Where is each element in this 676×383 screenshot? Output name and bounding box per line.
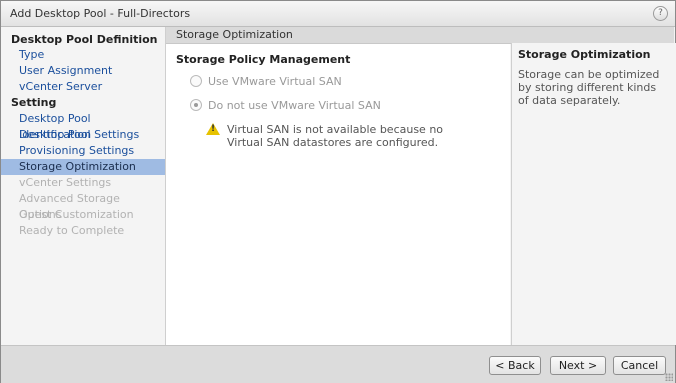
- warning-mark: !: [211, 124, 216, 134]
- resize-grip-icon[interactable]: [665, 373, 673, 381]
- dialog-footer: < Back Next > Cancel: [1, 345, 675, 383]
- section-title: Storage Policy Management: [176, 53, 351, 66]
- help-text: Storage can be optimized by storing diff…: [518, 68, 660, 107]
- next-button[interactable]: Next >: [550, 356, 606, 375]
- nav-item-provisioning-settings[interactable]: Provisioning Settings: [1, 143, 165, 159]
- option-use-vsan[interactable]: Use VMware Virtual SAN: [190, 75, 342, 88]
- add-desktop-pool-dialog: Add Desktop Pool - Full-Directors ? Desk…: [0, 0, 676, 383]
- nav-item-vcenter-server[interactable]: vCenter Server: [1, 79, 165, 95]
- nav-item-storage-optimization[interactable]: Storage Optimization: [1, 159, 165, 175]
- help-title: Storage Optimization: [518, 48, 651, 61]
- warning-text: Virtual SAN is not available because no …: [227, 123, 444, 149]
- title-bar[interactable]: Add Desktop Pool - Full-Directors ?: [1, 1, 675, 27]
- option-do-not-use-vsan-label: Do not use VMware Virtual SAN: [208, 99, 381, 112]
- content-header-title: Storage Optimization: [176, 28, 293, 41]
- back-button[interactable]: < Back: [489, 356, 541, 375]
- radio-do-not-use-vsan[interactable]: [190, 99, 202, 111]
- nav-section-setting: Setting: [11, 96, 57, 109]
- nav-section-desktop-pool-definition: Desktop Pool Definition: [11, 33, 158, 46]
- wizard-nav: Desktop Pool Definition Type User Assign…: [1, 27, 166, 345]
- dialog-title: Add Desktop Pool - Full-Directors: [10, 7, 191, 20]
- content-header: Storage Optimization: [166, 27, 674, 44]
- nav-item-advanced-storage-options: Advanced Storage Options: [19, 192, 120, 221]
- radio-use-vsan[interactable]: [190, 75, 202, 87]
- content-panel: Storage Optimization Storage Policy Mana…: [166, 27, 676, 345]
- nav-item-user-assignment[interactable]: User Assignment: [1, 63, 165, 79]
- nav-item-desktop-pool-settings[interactable]: Desktop Pool Settings: [1, 127, 165, 143]
- help-icon[interactable]: ?: [653, 6, 668, 21]
- cancel-button[interactable]: Cancel: [613, 356, 666, 375]
- nav-item-guest-customization: Guest Customization: [19, 208, 134, 221]
- option-do-not-use-vsan[interactable]: Do not use VMware Virtual SAN: [190, 99, 381, 112]
- nav-item-desktop-pool-identification[interactable]: Desktop Pool Identification: [1, 111, 165, 141]
- help-panel: Storage Optimization Storage can be opti…: [511, 43, 676, 345]
- nav-item-type[interactable]: Type: [1, 47, 165, 63]
- nav-item-ready-to-complete: Ready to Complete: [19, 224, 125, 237]
- nav-item-vcenter-settings: vCenter Settings: [19, 176, 112, 189]
- option-use-vsan-label: Use VMware Virtual SAN: [208, 75, 342, 88]
